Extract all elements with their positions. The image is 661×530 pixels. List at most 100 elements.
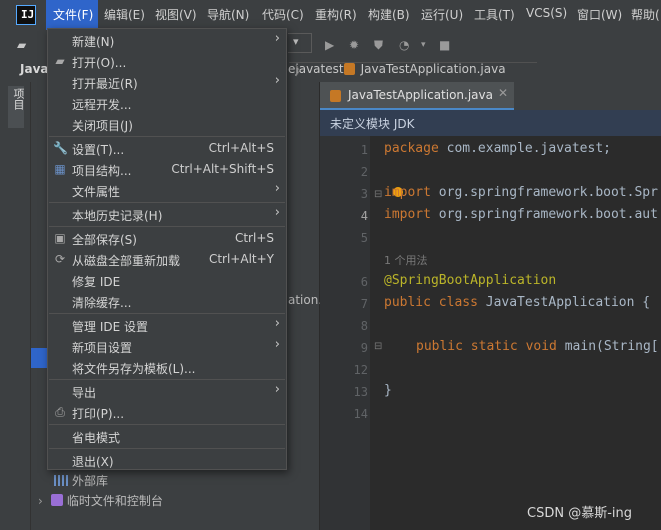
menu-item-close-project[interactable]: 关闭项目(J) bbox=[48, 114, 286, 135]
menu-item-open[interactable]: ▰ 打开(O)... bbox=[48, 51, 286, 72]
menu-item-new-project-settings[interactable]: 新项目设置 › bbox=[48, 336, 286, 357]
menu-file-label: 文件(F) bbox=[53, 8, 94, 22]
breadcrumb-file[interactable]: JavaTestApplication.java bbox=[361, 62, 506, 76]
chevron-right-icon: › bbox=[274, 337, 280, 352]
menu-build[interactable]: 构建(B) bbox=[368, 6, 410, 23]
menu-item-remote-dev[interactable]: 远程开发... bbox=[48, 93, 286, 114]
menu-item-invalidate-caches[interactable]: 清除缓存... bbox=[48, 291, 286, 312]
coverage-icon[interactable]: ⛊ bbox=[374, 38, 383, 53]
open-folder-icon[interactable]: ▰ bbox=[17, 38, 26, 52]
menu-separator bbox=[49, 424, 285, 425]
more-run-chevron-icon[interactable]: ▾ bbox=[421, 40, 426, 50]
chevron-right-icon: › bbox=[274, 316, 280, 331]
menu-item-reload-all[interactable]: ⟳ 从磁盘全部重新加载 Ctrl+Alt+Y bbox=[48, 249, 286, 270]
menu-separator bbox=[49, 313, 285, 314]
scratch-icon bbox=[50, 494, 63, 506]
menu-item-print[interactable]: ⎙ 打印(P)... bbox=[48, 402, 286, 423]
code-line[interactable]: public class JavaTestApplication { bbox=[384, 295, 650, 310]
project-tool-tab-label: 项目 bbox=[12, 88, 25, 110]
menu-item-repair-ide[interactable]: 修复 IDE bbox=[48, 270, 286, 291]
menu-vcs[interactable]: VCS(S) bbox=[526, 6, 567, 20]
reload-icon: ⟳ bbox=[54, 252, 66, 266]
watermark-text: CSDN @慕斯-ing bbox=[527, 506, 632, 521]
structure-icon: ▦ bbox=[54, 162, 66, 176]
chevron-right-icon[interactable]: › bbox=[38, 494, 43, 508]
library-icon bbox=[54, 475, 68, 486]
profile-icon[interactable]: ◔ bbox=[399, 38, 409, 52]
breadcrumb: e 〉 javatest 〉 JavaTestApplication.java bbox=[288, 62, 537, 78]
java-file-icon bbox=[343, 63, 355, 75]
menu-item-export[interactable]: 导出 › bbox=[48, 381, 286, 402]
chevron-right-icon: › bbox=[274, 181, 280, 196]
menu-help[interactable]: 帮助( bbox=[631, 6, 660, 23]
line-number: 8 bbox=[360, 319, 368, 333]
menu-edit[interactable]: 编辑(E) bbox=[104, 6, 145, 23]
chevron-right-icon: › bbox=[274, 205, 280, 220]
banner-text: 未定义模块 JDK bbox=[330, 117, 415, 131]
code-line[interactable]: import org.springframework.boot.aut bbox=[384, 207, 658, 222]
line-number: 4 bbox=[360, 209, 368, 223]
menu-item-open-recent[interactable]: 打开最近(R) › bbox=[48, 72, 286, 93]
file-menu-dropdown: 新建(N) › ▰ 打开(O)... 打开最近(R) › 远程开发... 关闭项目(J… bbox=[47, 28, 287, 470]
menu-item-save-all[interactable]: ▣ 全部保存(S) Ctrl+S bbox=[48, 228, 286, 249]
menu-item-new[interactable]: 新建(N) › bbox=[48, 30, 286, 51]
menu-item-file-properties[interactable]: 文件属性 › bbox=[48, 180, 286, 201]
chevron-down-icon: ▾ bbox=[293, 35, 299, 48]
menu-separator bbox=[49, 226, 285, 227]
code-line[interactable]: import org.springframework.boot.Spr bbox=[384, 185, 658, 200]
tree-item-scratches[interactable]: › 临时文件和控制台 bbox=[38, 492, 163, 509]
menu-item-manage-ide-settings[interactable]: 管理 IDE 设置 › bbox=[48, 315, 286, 336]
code-line[interactable]: public static void main(String[ bbox=[416, 339, 659, 354]
fold-icon[interactable]: ⊟ bbox=[374, 341, 382, 352]
menu-item-settings[interactable]: 🔧 设置(T)... Ctrl+Alt+S bbox=[48, 138, 286, 159]
project-name[interactable]: Java bbox=[20, 62, 48, 76]
menu-item-power-save[interactable]: 省电模式 bbox=[48, 426, 286, 447]
wrench-icon: 🔧 bbox=[53, 141, 68, 155]
chevron-right-icon: › bbox=[274, 31, 280, 46]
menu-item-save-as-template[interactable]: 将文件另存为模板(L)... bbox=[48, 357, 286, 378]
line-number: 12 bbox=[353, 363, 368, 377]
line-number: 13 bbox=[353, 385, 368, 399]
app-logo-icon[interactable]: IJ bbox=[16, 5, 36, 25]
save-icon: ▣ bbox=[54, 231, 66, 245]
menu-item-exit[interactable]: 退出(X) bbox=[48, 450, 286, 471]
menu-window[interactable]: 窗口(W) bbox=[577, 6, 622, 23]
code-line[interactable]: @SpringBootApplication bbox=[384, 273, 556, 288]
menu-separator bbox=[49, 136, 285, 137]
run-icon[interactable]: ▶ bbox=[325, 38, 334, 52]
chevron-right-icon: › bbox=[274, 73, 280, 88]
line-number: 1 bbox=[360, 143, 368, 157]
line-number: 3 bbox=[360, 187, 368, 201]
menu-view[interactable]: 视图(V) bbox=[155, 6, 197, 23]
menu-item-project-structure[interactable]: ▦ 项目结构... Ctrl+Alt+Shift+S bbox=[48, 159, 286, 180]
code-line[interactable]: } bbox=[384, 383, 392, 398]
code-line[interactable]: package com.example.javatest; bbox=[384, 141, 611, 156]
menu-tools[interactable]: 工具(T) bbox=[474, 6, 515, 23]
menu-item-local-history[interactable]: 本地历史记录(H) › bbox=[48, 204, 286, 225]
chevron-right-icon: 〉 bbox=[289, 62, 537, 78]
stop-icon[interactable]: ■ bbox=[439, 38, 450, 52]
menu-refactor[interactable]: 重构(R) bbox=[315, 6, 357, 23]
tree-item-label: 临时文件和控制台 bbox=[66, 494, 163, 508]
left-tool-strip bbox=[0, 82, 31, 530]
menu-separator bbox=[49, 448, 285, 449]
menu-navigate[interactable]: 导航(N) bbox=[207, 6, 249, 23]
line-number: 2 bbox=[360, 165, 368, 179]
debug-icon[interactable]: ✹ bbox=[349, 38, 359, 52]
fold-icon[interactable]: ⊟ bbox=[374, 189, 382, 200]
usage-hint[interactable]: 1 个用法 bbox=[384, 252, 428, 268]
menu-run[interactable]: 运行(U) bbox=[421, 6, 463, 23]
run-config-selector[interactable]: ▾ bbox=[288, 33, 312, 53]
tree-item-label: 外部库 bbox=[72, 474, 109, 488]
chevron-right-icon: › bbox=[274, 382, 280, 397]
print-icon: ⎙ bbox=[55, 405, 65, 419]
menu-file[interactable]: 文件(F) bbox=[46, 0, 98, 30]
menu-code[interactable]: 代码(C) bbox=[262, 6, 304, 23]
editor-tab-active[interactable]: JavaTestApplication.java ✕ bbox=[320, 82, 514, 110]
tree-item-external-libraries[interactable]: 外部库 bbox=[54, 472, 108, 489]
project-tool-tab[interactable]: 项目 bbox=[8, 86, 25, 128]
line-number: 5 bbox=[360, 231, 368, 245]
close-icon[interactable]: ✕ bbox=[498, 86, 508, 100]
java-file-icon bbox=[330, 90, 341, 102]
menu-separator bbox=[49, 202, 285, 203]
